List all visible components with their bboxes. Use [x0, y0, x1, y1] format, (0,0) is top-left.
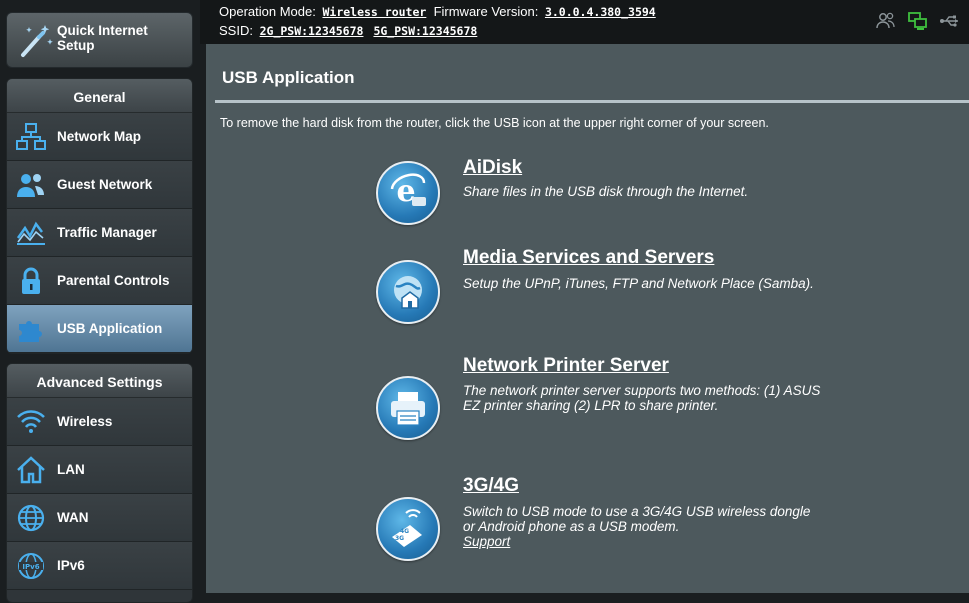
aidisk-description: Share files in the USB disk through the …: [463, 184, 749, 199]
usb-removal-notice: To remove the hard disk from the router,…: [220, 116, 769, 130]
printer-icon[interactable]: [376, 376, 440, 440]
sidebar-item-label: Parental Controls: [57, 273, 170, 288]
guest-network-icon: [15, 170, 47, 200]
ssid-line: SSID: 2G_PSW:12345678 5G_PSW:12345678: [219, 23, 477, 38]
magic-wand-icon: [17, 21, 55, 61]
general-menu: General Network Map Guest Network Traffi…: [6, 78, 193, 354]
aidisk-icon[interactable]: e: [376, 161, 440, 225]
home-icon: [15, 455, 47, 485]
top-header: Operation Mode: Wireless router Firmware…: [200, 0, 969, 44]
ssid-2g-link[interactable]: 2G_PSW:12345678: [260, 24, 364, 38]
status-icons: [875, 10, 961, 32]
page-title: USB Application: [222, 68, 355, 87]
3g-4g-link[interactable]: 3G/4G: [463, 475, 519, 497]
sidebar-item-wan[interactable]: WAN: [7, 494, 192, 542]
wifi-icon: [15, 407, 47, 437]
sidebar-item-label: USB Application: [57, 321, 163, 336]
sidebar: Quick Internet Setup General Network Map…: [0, 0, 200, 603]
traffic-manager-icon: [15, 218, 47, 248]
quick-internet-setup-label: Quick Internet Setup: [57, 23, 148, 53]
sidebar-item-lan[interactable]: LAN: [7, 446, 192, 494]
ipv6-icon: IPv6: [15, 551, 47, 581]
network-map-icon: [15, 122, 47, 152]
sidebar-item-parental-controls[interactable]: Parental Controls: [7, 257, 192, 305]
sidebar-item-label: Network Map: [57, 129, 142, 144]
puzzle-icon: [15, 314, 47, 344]
3g-4g-description: Switch to USB mode to use a 3G/4G USB wi…: [463, 504, 823, 549]
sidebar-item-network-map[interactable]: Network Map: [7, 113, 192, 161]
media-server-icon[interactable]: [376, 260, 440, 324]
usb-icon[interactable]: [939, 10, 961, 32]
ssid-5g-link[interactable]: 5G_PSW:12345678: [373, 24, 477, 38]
sidebar-item-label: IPv6: [57, 558, 85, 573]
sidebar-item-guest-network[interactable]: Guest Network: [7, 161, 192, 209]
media-services-description: Setup the UPnP, iTunes, FTP and Network …: [463, 276, 814, 291]
3g-4g-description-text: Switch to USB mode to use a 3G/4G USB wi…: [463, 504, 811, 534]
svg-text:3G: 3G: [395, 535, 404, 542]
firmware-link[interactable]: 3.0.0.4.380_3594: [545, 5, 656, 19]
title-divider: [215, 100, 969, 103]
advanced-settings-menu: Advanced Settings Wireless LAN WAN IPv6 …: [6, 363, 193, 603]
network-status-icon[interactable]: [907, 10, 929, 32]
usb-modem-icon[interactable]: 4G 3G: [376, 497, 440, 561]
quick-internet-setup-button[interactable]: Quick Internet Setup: [6, 12, 193, 68]
sidebar-item-ipv6[interactable]: IPv6 IPv6: [7, 542, 192, 590]
ssid-label: SSID:: [219, 23, 253, 38]
network-printer-server-link[interactable]: Network Printer Server: [463, 355, 669, 377]
firmware-label: Firmware Version:: [433, 4, 539, 19]
main-panel: USB Application To remove the hard disk …: [206, 44, 969, 593]
sidebar-item-traffic-manager[interactable]: Traffic Manager: [7, 209, 192, 257]
sidebar-item-wireless[interactable]: Wireless: [7, 398, 192, 446]
sidebar-item-label: Wireless: [57, 414, 113, 429]
lock-icon: [15, 266, 47, 296]
sidebar-item-label: LAN: [57, 462, 85, 477]
globe-icon: [15, 503, 47, 533]
operation-mode-label: Operation Mode:: [219, 4, 316, 19]
svg-text:IPv6: IPv6: [22, 563, 39, 571]
sidebar-item-label: WAN: [57, 510, 89, 525]
operation-mode-link[interactable]: Wireless router: [322, 5, 426, 19]
sidebar-item-usb-application[interactable]: USB Application: [7, 305, 192, 353]
operation-mode-line: Operation Mode: Wireless router Firmware…: [219, 4, 656, 19]
aidisk-link[interactable]: AiDisk: [463, 157, 522, 179]
svg-text:4G: 4G: [400, 528, 409, 535]
sidebar-item-label: Guest Network: [57, 177, 153, 192]
advanced-settings-title: Advanced Settings: [7, 364, 192, 398]
general-title: General: [7, 79, 192, 113]
support-link[interactable]: Support: [463, 534, 510, 549]
sidebar-item-label: Traffic Manager: [57, 225, 157, 240]
media-services-link[interactable]: Media Services and Servers: [463, 247, 714, 269]
network-printer-server-description: The network printer server supports two …: [463, 383, 821, 413]
users-icon[interactable]: [875, 10, 897, 32]
